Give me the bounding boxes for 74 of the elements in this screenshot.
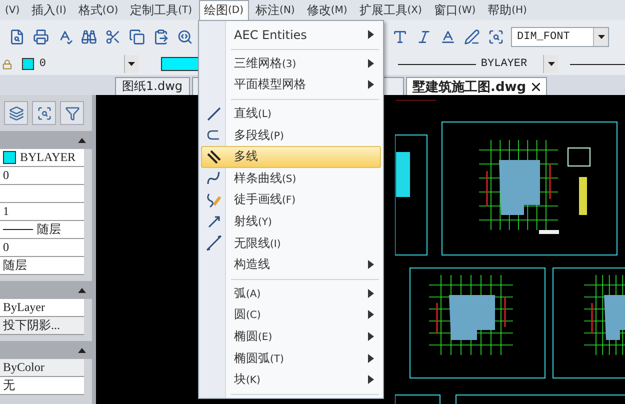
property-value[interactable]: 随层 — [0, 257, 84, 275]
close-icon[interactable] — [532, 82, 540, 90]
menu-item[interactable]: 构造线 — [201, 254, 382, 276]
document-tab[interactable]: 墅建筑施工图.dwg — [406, 77, 548, 95]
quick-select-icon[interactable] — [32, 101, 56, 125]
caret-icon — [598, 34, 604, 38]
menu-item[interactable]: AEC Entities — [201, 24, 382, 46]
menu-bar-item[interactable]: 格式(O) — [73, 0, 124, 20]
linetype-dropdown[interactable]: BYLAYER — [398, 54, 558, 74]
submenu-arrow-icon — [368, 58, 374, 68]
property-value[interactable]: ByLayer — [0, 299, 84, 317]
menu-item[interactable]: 圆(C) — [201, 304, 382, 326]
cut-icon[interactable] — [104, 28, 122, 46]
property-value[interactable]: ByColor — [0, 359, 84, 377]
lock-icon — [2, 58, 12, 70]
filter-icon[interactable] — [60, 101, 84, 125]
binoculars-icon[interactable] — [80, 28, 98, 46]
caret-icon — [128, 62, 136, 66]
print-icon[interactable] — [32, 28, 50, 46]
menu-bar-item[interactable]: 定制工具(T) — [125, 0, 198, 20]
caret-icon — [548, 62, 554, 66]
property-value[interactable] — [0, 185, 84, 203]
property-value[interactable]: 0 — [0, 239, 84, 257]
preview-icon[interactable] — [8, 28, 26, 46]
collapse-icon[interactable] — [78, 138, 86, 142]
menu-item[interactable]: 块(K) — [201, 368, 382, 390]
menu-item[interactable]: 平面模型网格 — [201, 74, 382, 96]
property-value[interactable]: 随层 — [0, 221, 84, 239]
collapse-icon[interactable] — [78, 348, 86, 352]
menu-bar-item[interactable]: 帮助(H) — [482, 0, 532, 20]
property-value[interactable]: 投下阴影... — [0, 317, 84, 335]
submenu-arrow-icon — [368, 288, 374, 298]
collapse-icon[interactable] — [78, 288, 86, 292]
text-search-icon[interactable] — [487, 28, 505, 46]
submenu-arrow-icon — [368, 375, 374, 384]
menu-item[interactable]: 椭圆弧(T) — [201, 347, 382, 369]
color-swatch — [3, 151, 16, 164]
menu-item[interactable]: 椭圆(E) — [201, 326, 382, 348]
property-value[interactable]: 0 — [0, 167, 84, 185]
copy-icon[interactable] — [128, 28, 146, 46]
layer-dropdown[interactable]: 0 — [16, 54, 139, 74]
menu-bar-item[interactable]: 扩展工具(X) — [354, 0, 427, 20]
menu-bar-item[interactable]: (V) — [0, 0, 25, 20]
double-line-icon — [205, 148, 224, 166]
submenu-arrow-icon — [368, 260, 374, 270]
document-tab[interactable]: 图纸1.dwg — [115, 77, 190, 95]
property-value[interactable]: BYLAYER — [0, 149, 84, 167]
paste-icon[interactable] — [152, 28, 170, 46]
menu-item[interactable]: 直线(L) — [201, 102, 382, 124]
infinite-line-icon — [205, 234, 224, 252]
submenu-arrow-icon — [368, 80, 374, 90]
menu-item[interactable]: 多线 — [201, 146, 382, 168]
menu-bar-item[interactable]: 修改(M) — [302, 0, 352, 20]
menu-item[interactable]: 多段线(P) — [201, 124, 382, 146]
line-icon — [205, 104, 224, 123]
submenu-arrow-icon — [368, 310, 374, 320]
menu-item[interactable]: 徒手画线(F) — [201, 189, 382, 211]
text-style-dropdown[interactable]: DIM_FONT — [511, 26, 609, 46]
submenu-arrow-icon — [368, 354, 374, 363]
menu-item[interactable]: 弧(A) — [201, 282, 382, 304]
layer-color-swatch — [22, 58, 34, 70]
menu-bar-item[interactable]: 窗口(W) — [428, 0, 481, 20]
text-pen-icon[interactable] — [463, 28, 481, 46]
property-value[interactable]: 1 — [0, 203, 84, 221]
menu-item[interactable]: 三维网格(3) — [201, 52, 382, 74]
menu-item[interactable]: 无限线(I) — [201, 232, 382, 254]
menu-bar-item[interactable]: 标注(N) — [250, 0, 300, 20]
property-value[interactable]: 无 — [0, 377, 84, 395]
menu-bar-item[interactable]: 插入(I) — [26, 0, 72, 20]
line-sample — [3, 229, 33, 230]
menu-item[interactable]: 样条曲线(S) — [201, 168, 382, 190]
submenu-arrow-icon — [368, 332, 374, 342]
menu-item[interactable]: 射线(Y) — [201, 210, 382, 232]
submenu-arrow-icon — [368, 30, 374, 40]
